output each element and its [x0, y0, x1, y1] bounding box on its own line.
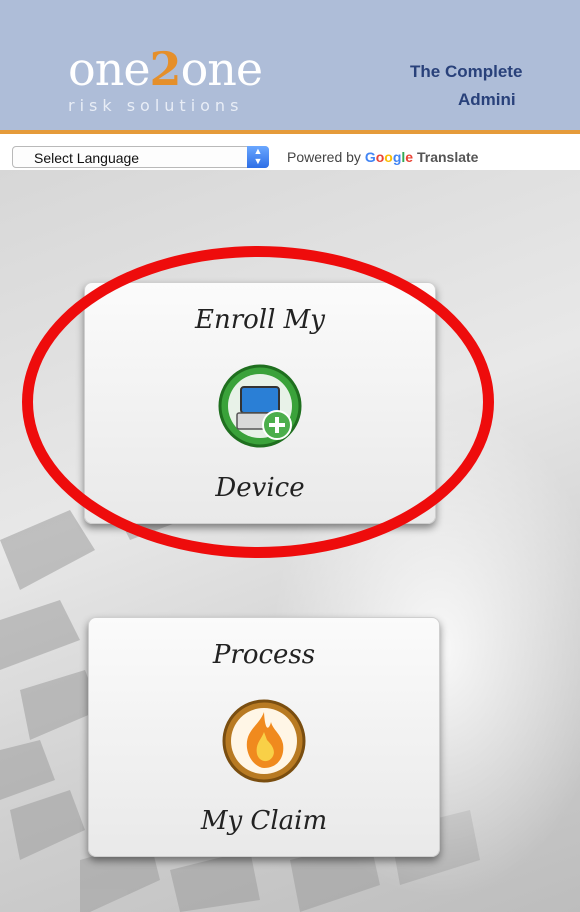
- google-logo: Google: [364, 149, 414, 165]
- site-header: one2one risk solutions The Complete Admi…: [0, 0, 580, 134]
- process-my-claim-button[interactable]: Process My Claim: [88, 617, 440, 857]
- logo-wordmark: one2one: [68, 42, 263, 96]
- powered-by-google-translate[interactable]: Powered by Google Translate: [287, 149, 478, 165]
- select-arrow-icon: ▲ ▼: [247, 146, 269, 168]
- claim-card-title: Process: [212, 640, 316, 670]
- enroll-my-device-button[interactable]: Enroll My Device: [84, 282, 436, 524]
- language-select[interactable]: Select Language ▲ ▼: [12, 146, 269, 168]
- logo-subtitle: risk solutions: [68, 96, 244, 115]
- device-plus-icon: [215, 361, 305, 451]
- translate-bar: Select Language ▲ ▼ Powered by Google Tra…: [0, 134, 580, 170]
- claim-card-subtitle: My Claim: [200, 806, 328, 836]
- one2one-logo[interactable]: one2one risk solutions: [68, 42, 263, 115]
- fire-claim-icon: [219, 696, 309, 786]
- enroll-card-subtitle: Device: [215, 473, 305, 503]
- enroll-card-title: Enroll My: [194, 305, 325, 335]
- header-tagline: The Complete Admini: [410, 62, 523, 109]
